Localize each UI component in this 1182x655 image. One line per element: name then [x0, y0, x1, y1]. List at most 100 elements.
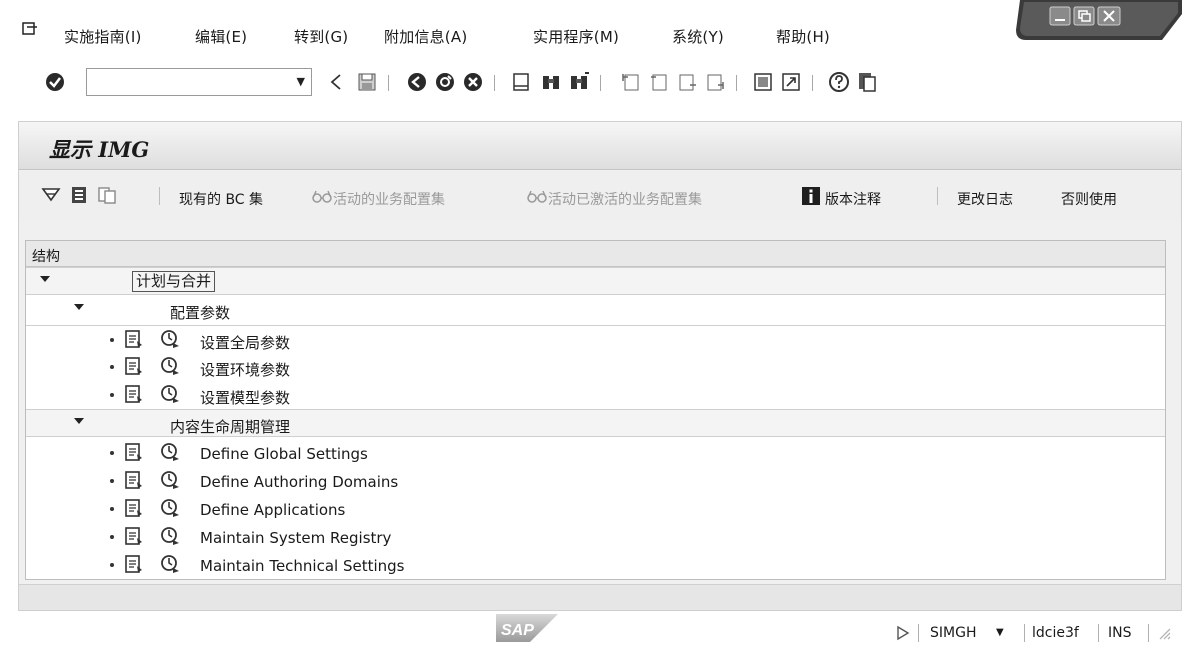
tree-node-label[interactable]: Define Global Settings [200, 445, 368, 463]
tree-node-planning-consolidation[interactable]: 计划与合并 [26, 267, 1165, 295]
print-icon[interactable] [510, 71, 532, 93]
tree-activity-row[interactable]: 设置模型参数 [26, 381, 1165, 409]
minimize-icon[interactable] [1049, 6, 1071, 26]
execute-clock-icon[interactable] [160, 329, 180, 349]
tree-header-label: 结构 [32, 249, 60, 265]
insert-mode-indicator: INS [1108, 625, 1132, 641]
tree-node-label[interactable]: 设置模型参数 [200, 387, 290, 408]
menu-edit[interactable]: 编辑(E) [195, 26, 247, 47]
tree-node-content-lifecycle-management[interactable]: 内容生命周期管理 [26, 409, 1165, 437]
tree-header: 结构 [26, 241, 1165, 267]
menu-help[interactable]: 帮助(H) [776, 26, 830, 47]
tree-activity-row[interactable]: 设置全局参数 [26, 325, 1165, 353]
shortcut-icon[interactable] [780, 71, 802, 93]
bullet-icon [110, 338, 114, 342]
execute-clock-icon[interactable] [160, 384, 180, 404]
resize-grip-icon[interactable] [1158, 627, 1172, 641]
execute-clock-icon[interactable] [160, 526, 180, 546]
tree-node-label[interactable]: Maintain Technical Settings [200, 557, 405, 575]
chevron-down-icon[interactable]: ▼ [297, 76, 305, 87]
execute-clock-icon[interactable] [160, 498, 180, 518]
execute-clock-icon[interactable] [160, 356, 180, 376]
toolbar-separator [600, 75, 601, 91]
green-back-icon[interactable] [406, 71, 428, 93]
glasses-icon [312, 190, 332, 203]
release-notes-button[interactable]: 版本注释 [825, 189, 881, 209]
tree-activity-row[interactable]: 设置环境参数 [26, 353, 1165, 381]
menu-utilities[interactable]: 实用程序(M) [533, 26, 619, 47]
help-icon[interactable] [828, 71, 850, 93]
first-page-icon[interactable] [620, 71, 642, 93]
filter-icon[interactable] [41, 185, 61, 205]
tree-node-label[interactable]: 配置参数 [170, 302, 230, 323]
documentation-icon[interactable] [124, 498, 144, 518]
expand-triangle-icon[interactable] [74, 304, 84, 310]
enter-icon[interactable] [44, 71, 66, 93]
application-toolbar: 现有的 BC 集 活动的业务配置集 活动已激活的业务配置集 版本注释 更改日志 … [19, 171, 1181, 221]
tree-activity-row[interactable]: Maintain System Registry [26, 523, 1165, 551]
find-icon[interactable] [540, 71, 562, 93]
tree-node-label[interactable]: Define Applications [200, 501, 345, 519]
bullet-icon [110, 365, 114, 369]
save-icon[interactable] [356, 71, 378, 93]
close-icon[interactable] [1097, 6, 1121, 26]
tree-activity-row[interactable]: Maintain Technical Settings [26, 551, 1165, 579]
menu-extras[interactable]: 附加信息(A) [384, 26, 467, 47]
command-field[interactable]: ▼ [86, 68, 312, 96]
expand-triangle-icon[interactable] [74, 418, 84, 424]
status-separator [1148, 624, 1149, 642]
back-icon[interactable] [326, 71, 348, 93]
toolbar-separator [812, 75, 813, 91]
layout-menu-icon[interactable] [856, 71, 878, 93]
glasses-icon [527, 190, 547, 203]
tree-node-label[interactable]: 内容生命周期管理 [170, 416, 290, 437]
expand-triangle-icon[interactable] [40, 276, 50, 282]
restore-icon[interactable] [1073, 6, 1095, 26]
documentation-icon[interactable] [124, 554, 144, 574]
system-name[interactable]: SIMGH [930, 625, 976, 641]
cancel-icon[interactable] [462, 71, 484, 93]
documentation-icon[interactable] [124, 329, 144, 349]
execute-clock-icon[interactable] [160, 470, 180, 490]
exit-icon[interactable] [434, 71, 456, 93]
previous-page-icon[interactable] [648, 71, 670, 93]
tree-node-configuration-parameters[interactable]: 配置参数 [26, 296, 1165, 324]
documentation-icon[interactable] [124, 470, 144, 490]
change-log-button[interactable]: 更改日志 [957, 189, 1013, 209]
tree-node-label[interactable]: 设置全局参数 [200, 332, 290, 353]
documentation-icon[interactable] [124, 442, 144, 462]
menu-bar: 实施指南(I) 编辑(E) 转到(G) 附加信息(A) 实用程序(M) 系统(Y… [0, 0, 1182, 58]
next-page-icon[interactable] [676, 71, 698, 93]
menu-goto[interactable]: 转到(G) [294, 26, 348, 47]
execute-clock-icon[interactable] [160, 442, 180, 462]
menu-system[interactable]: 系统(Y) [672, 26, 724, 47]
copy-icon[interactable] [97, 185, 117, 205]
tree-activity-row[interactable]: Define Global Settings [26, 439, 1165, 467]
chevron-down-icon[interactable]: ▼ [996, 627, 1004, 638]
tree-activity-row[interactable]: Define Authoring Domains [26, 467, 1165, 495]
where-used-button[interactable]: 否则使用 [1061, 189, 1117, 209]
existing-bc-sets-button[interactable]: 现有的 BC 集 [179, 189, 263, 209]
document-icon[interactable] [69, 185, 89, 205]
activated-bc-sets-button[interactable]: 活动已激活的业务配置集 [548, 189, 702, 209]
find-next-icon[interactable] [568, 71, 590, 93]
tree-activity-row[interactable]: Define Applications [26, 495, 1165, 523]
tree-node-label[interactable]: 计划与合并 [132, 271, 216, 292]
menu-icon[interactable] [22, 22, 38, 36]
menu-implementation-guide[interactable]: 实施指南(I) [64, 26, 142, 47]
documentation-icon[interactable] [124, 526, 144, 546]
documentation-icon[interactable] [124, 356, 144, 376]
info-icon [802, 187, 820, 205]
active-bc-sets-button[interactable]: 活动的业务配置集 [333, 189, 445, 209]
tree-node-label[interactable]: Maintain System Registry [200, 529, 391, 547]
create-session-icon[interactable] [752, 71, 774, 93]
execute-clock-icon[interactable] [160, 554, 180, 574]
window-controls [1016, 0, 1182, 40]
frame-footer [19, 584, 1181, 610]
documentation-icon[interactable] [124, 384, 144, 404]
tree-node-label[interactable]: Define Authoring Domains [200, 473, 398, 491]
last-page-icon[interactable] [704, 71, 726, 93]
toolbar-separator [388, 75, 389, 91]
play-triangle-icon[interactable] [896, 625, 910, 641]
tree-node-label[interactable]: 设置环境参数 [200, 359, 290, 380]
